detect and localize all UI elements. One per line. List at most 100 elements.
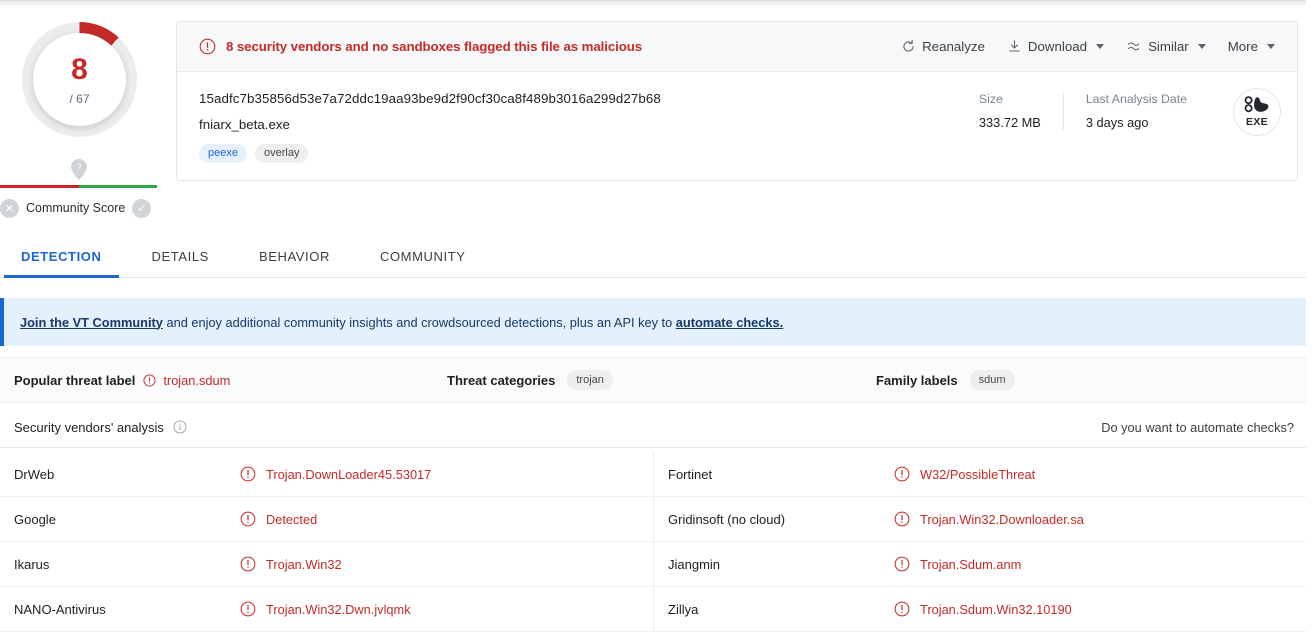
alert-circle-icon	[894, 466, 910, 482]
tab-community[interactable]: COMMUNITY	[363, 249, 483, 277]
alert-circle-icon	[199, 38, 216, 55]
vendor-result-text: Trojan.Sdum.Win32.10190	[920, 602, 1072, 617]
alert-circle-icon	[894, 556, 910, 572]
family-label-pill: sdum	[970, 370, 1015, 390]
alert-circle-icon	[240, 511, 256, 527]
community-banner-text: Join the VT Community and enjoy addition…	[20, 315, 783, 330]
community-score-positive	[79, 185, 158, 188]
community-score-label: Community Score	[26, 201, 125, 215]
detection-count: 8	[71, 55, 88, 85]
family-labels-key: Family labels	[876, 373, 958, 388]
last-analysis-cell: Last Analysis Date 3 days ago	[1063, 92, 1209, 130]
download-button[interactable]: Download	[1007, 39, 1104, 54]
threat-label-row: Popular threat label trojan.sdum Threat …	[0, 357, 1306, 403]
alert-circle-icon	[143, 374, 156, 387]
automate-checks-text[interactable]: Do you want to automate checks?	[1101, 420, 1294, 435]
tab-detection[interactable]: DETECTION	[4, 249, 119, 277]
help-pin-icon[interactable]: ?	[70, 159, 88, 181]
vendor-result: Trojan.Sdum.anm	[894, 556, 1021, 572]
tag-peexe[interactable]: peexe	[199, 144, 247, 163]
vendor-cell: NANO-Antivirus Trojan.Win32.Dwn.jvlqmk	[0, 587, 653, 631]
vendor-cell: Gridinsoft (no cloud) Trojan.Win32.Downl…	[653, 497, 1306, 541]
similar-label: Similar	[1148, 39, 1189, 54]
vendor-result-text: W32/PossibleThreat	[920, 467, 1035, 482]
security-vendors-header: Security vendors' analysis Do you want t…	[0, 407, 1306, 448]
file-metadata: Size 333.72 MB Last Analysis Date 3 days…	[957, 92, 1281, 136]
threat-categories-group: Threat categories trojan	[447, 370, 613, 390]
vendor-name: Google	[0, 512, 240, 527]
vendor-name: Fortinet	[654, 467, 894, 482]
more-button[interactable]: More	[1228, 39, 1275, 54]
alert-circle-icon	[240, 601, 256, 617]
vendor-result: Detected	[240, 511, 317, 527]
last-analysis-value: 3 days ago	[1086, 115, 1187, 130]
chevron-down-icon	[1096, 44, 1104, 49]
more-label: More	[1228, 39, 1258, 54]
vendor-result-text: Trojan.Win32.Dwn.jvlqmk	[266, 602, 411, 617]
vendor-cell: Zillya Trojan.Sdum.Win32.10190	[653, 587, 1306, 631]
security-vendors-title: Security vendors' analysis	[14, 420, 164, 435]
file-size-label: Size	[979, 92, 1041, 106]
file-size-value: 333.72 MB	[979, 115, 1041, 130]
vendor-result: Trojan.Win32.Downloader.sa	[894, 511, 1084, 527]
join-vt-community-link[interactable]: Join the VT Community	[20, 315, 163, 330]
vendor-cell: Google Detected	[0, 497, 653, 541]
file-size-cell: Size 333.72 MB	[957, 92, 1063, 130]
community-score-bar	[0, 185, 157, 188]
detection-summary-text: 8 security vendors and no sandboxes flag…	[226, 39, 642, 54]
reanalyze-button[interactable]: Reanalyze	[901, 39, 985, 54]
vendor-result: Trojan.DownLoader45.53017	[240, 466, 431, 482]
automate-checks-link[interactable]: automate checks.	[676, 315, 783, 330]
similar-button[interactable]: Similar	[1126, 39, 1206, 54]
alert-circle-icon	[894, 511, 910, 527]
detection-score-widget: 8 / 67 ? ✕ Community Score ✓	[0, 14, 160, 204]
vendor-name: NANO-Antivirus	[0, 602, 240, 617]
popular-threat-label-group: Popular threat label trojan.sdum	[14, 373, 230, 388]
info-circle-icon[interactable]	[173, 420, 187, 434]
tab-behavior[interactable]: BEHAVIOR	[242, 249, 347, 277]
community-score-negative	[0, 185, 79, 188]
truncated-header-strip	[0, 0, 1306, 7]
download-label: Download	[1028, 39, 1087, 54]
detection-gauge: 8 / 67	[22, 22, 137, 137]
file-summary-card: 8 security vendors and no sandboxes flag…	[176, 21, 1298, 181]
vendor-result: W32/PossibleThreat	[894, 466, 1035, 482]
exe-file-icon: EXE	[1233, 88, 1281, 136]
x-circle-icon[interactable]: ✕	[0, 199, 19, 218]
community-score-row: ✕ Community Score ✓	[0, 196, 160, 220]
table-row: DrWeb Trojan.DownLoader45.53017 Fortinet…	[0, 452, 1306, 497]
check-circle-icon[interactable]: ✓	[132, 199, 151, 218]
vendor-result: Trojan.Win32	[240, 556, 342, 572]
alert-circle-icon	[240, 556, 256, 572]
last-analysis-label: Last Analysis Date	[1086, 92, 1187, 106]
detection-total: / 67	[69, 92, 89, 106]
header-strip-edge	[0, 0, 1306, 1]
tab-details[interactable]: DETAILS	[135, 249, 226, 277]
threat-categories-key: Threat categories	[447, 373, 555, 388]
vendor-cell: Fortinet W32/PossibleThreat	[653, 452, 1306, 496]
vendor-cell: Ikarus Trojan.Win32	[0, 542, 653, 586]
vendor-result-text: Trojan.DownLoader45.53017	[266, 467, 431, 482]
vendor-result-text: Trojan.Sdum.anm	[920, 557, 1021, 572]
alert-circle-icon	[894, 601, 910, 617]
banner-middle-text: and enjoy additional community insights …	[163, 315, 676, 330]
refresh-icon	[901, 39, 916, 54]
similar-icon	[1126, 39, 1142, 54]
tag-overlay[interactable]: overlay	[255, 144, 308, 163]
vendor-result-text: Trojan.Win32	[266, 557, 342, 572]
vendor-result-text: Detected	[266, 512, 317, 527]
vendor-name: Ikarus	[0, 557, 240, 572]
vendor-result: Trojan.Sdum.Win32.10190	[894, 601, 1072, 617]
vendor-cell: DrWeb Trojan.DownLoader45.53017	[0, 452, 653, 496]
reanalyze-label: Reanalyze	[922, 39, 985, 54]
popular-threat-label-key: Popular threat label	[14, 373, 135, 388]
file-card-actions: Reanalyze Download	[901, 39, 1281, 54]
alert-circle-icon	[240, 466, 256, 482]
chevron-down-icon	[1198, 44, 1206, 49]
vendor-result: Trojan.Win32.Dwn.jvlqmk	[240, 601, 411, 617]
svg-text:?: ?	[76, 162, 81, 172]
virustotal-file-report-page: 8 / 67 ? ✕ Community Score ✓	[0, 0, 1316, 632]
vendor-name: Zillya	[654, 602, 894, 617]
chevron-down-icon	[1267, 44, 1275, 49]
vendor-result-text: Trojan.Win32.Downloader.sa	[920, 512, 1084, 527]
